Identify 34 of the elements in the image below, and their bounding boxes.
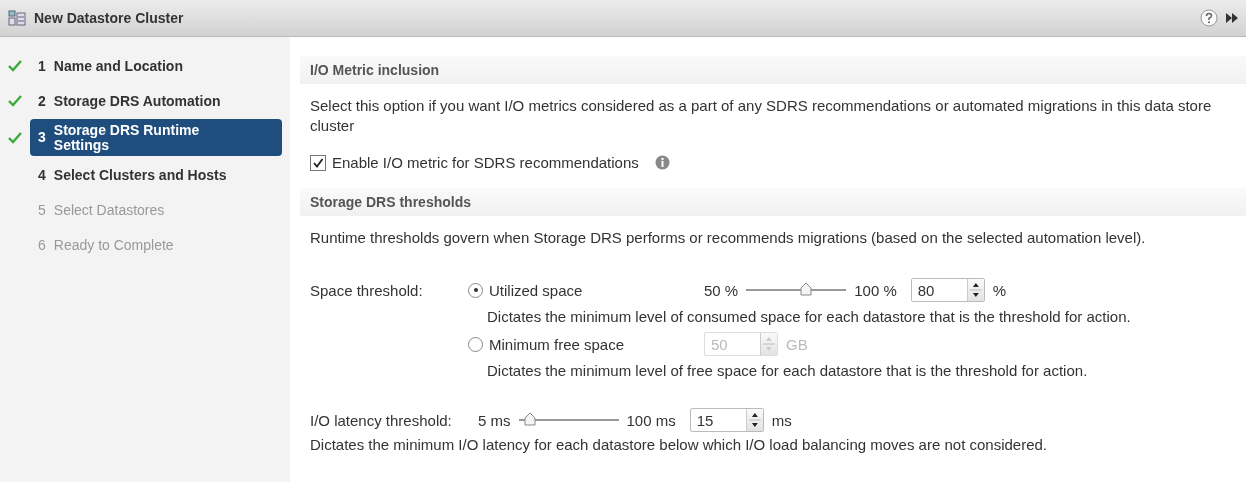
checkbox-label: Enable I/O metric for SDRS recommendations bbox=[332, 154, 639, 171]
radio-button[interactable] bbox=[468, 282, 483, 298]
datastore-cluster-icon bbox=[8, 10, 26, 26]
number-spinner[interactable]: 15 bbox=[689, 408, 764, 432]
wizard-step[interactable]: 2 Storage DRS Automation bbox=[30, 84, 282, 117]
checkbox[interactable] bbox=[310, 154, 326, 171]
info-icon[interactable] bbox=[654, 155, 670, 170]
field-label: I/O latency threshold: bbox=[310, 411, 453, 429]
radio-button[interactable] bbox=[468, 336, 483, 352]
unit-label: % bbox=[992, 281, 1007, 299]
unit-label: GB bbox=[786, 335, 808, 353]
slider-thumb[interactable] bbox=[523, 412, 536, 426]
double-arrow-icon[interactable] bbox=[1226, 12, 1238, 24]
slider-min-label: 50 % bbox=[704, 281, 739, 299]
option-description: Dictates the minimum I/O latency for each datastore below which I/O load balancing moves are not considered. bbox=[309, 436, 1049, 453]
section-description: Runtime thresholds govern when Storage DRS performs or recommends migrations (based on the selected automation level). bbox=[309, 228, 1147, 248]
wizard-step[interactable]: 4 Select Clusters and Hosts bbox=[30, 158, 282, 192]
slider-thumb[interactable] bbox=[800, 282, 813, 296]
radio-label: Utilized space bbox=[489, 281, 583, 299]
section-header: I/O Metric inclusion bbox=[300, 56, 1246, 84]
option-description: Dictates the minimum level of free space for each datastore that is the threshold for action. bbox=[486, 362, 1089, 379]
wizard-step[interactable]: 1 Name and Location bbox=[30, 49, 282, 82]
unit-label: ms bbox=[771, 411, 792, 429]
help-icon[interactable] bbox=[1200, 9, 1218, 27]
number-spinner[interactable]: 80 bbox=[910, 278, 985, 302]
slider-max-label: 100 % bbox=[854, 281, 897, 299]
field-label: Space threshold: bbox=[310, 281, 424, 301]
slider-max-label: 100 ms bbox=[626, 411, 676, 429]
radio-label: Minimum free space bbox=[489, 335, 625, 353]
section-description: Select this option if you want I/O metrics considered as a part of any SDRS recommendations or automated migrations in this data store cluster bbox=[309, 96, 1213, 136]
slider-min-label: 5 ms bbox=[478, 411, 511, 429]
window-title: New Datastore Cluster bbox=[34, 10, 184, 26]
section-header: Storage DRS thresholds bbox=[300, 188, 1246, 216]
option-description: Dictates the minimum level of consumed space for each datastore that is the threshold for action. bbox=[486, 308, 1132, 325]
